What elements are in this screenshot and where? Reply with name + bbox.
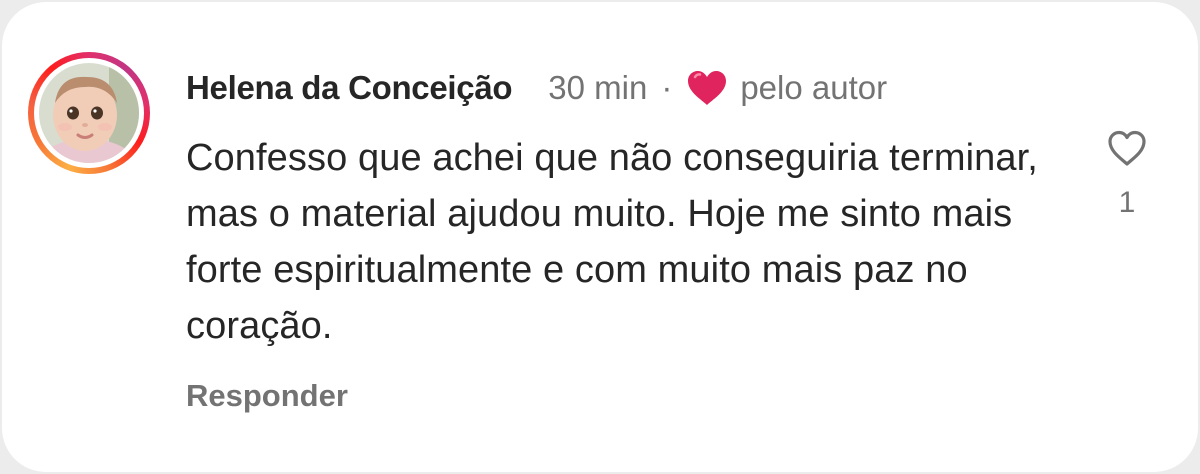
comment-card: Helena da Conceição 30 min · pelo autor … [2, 2, 1198, 472]
author-name[interactable]: Helena da Conceição [186, 69, 513, 107]
red-heart-icon [686, 69, 728, 107]
reply-button[interactable]: Responder [186, 378, 348, 414]
heart-outline-icon[interactable] [1106, 128, 1148, 170]
separator-dot: · [661, 69, 673, 106]
comment-header: Helena da Conceição 30 min · pelo autor [186, 66, 887, 110]
avatar[interactable] [39, 63, 139, 163]
comment-text: Confesso que achei que não conseguiria t… [186, 137, 1038, 347]
timestamp: 30 min [548, 69, 648, 106]
like-count: 1 [1118, 186, 1136, 219]
liked-by-author-label: pelo autor [740, 69, 888, 106]
avatar-story-ring[interactable] [28, 52, 150, 174]
